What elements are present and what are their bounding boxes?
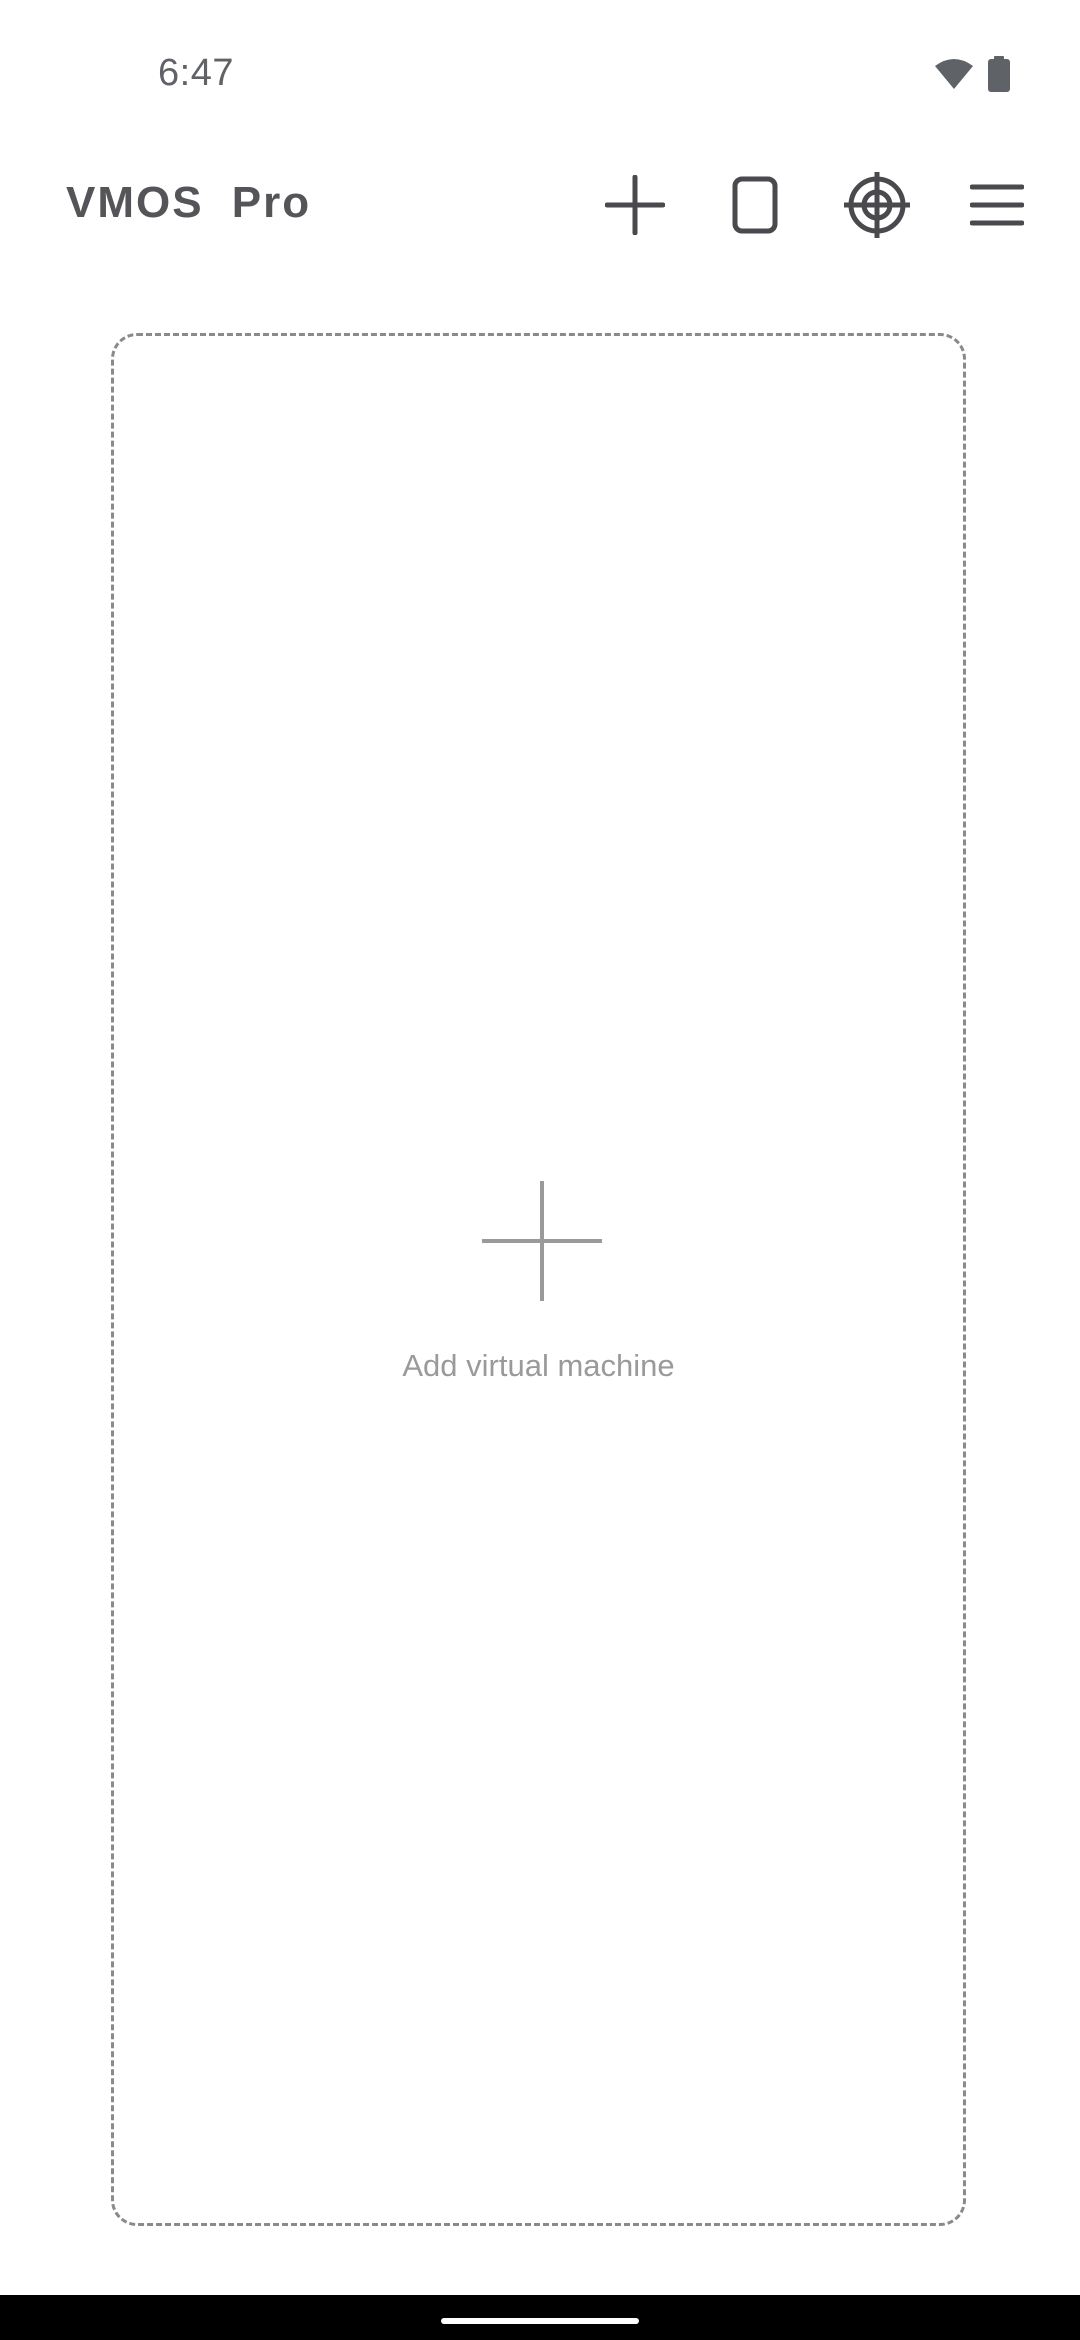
plus-icon bbox=[480, 1179, 604, 1303]
battery-icon bbox=[988, 55, 1010, 97]
status-bar: 6:47 bbox=[0, 0, 1080, 150]
phone-icon bbox=[731, 175, 779, 240]
add-virtual-machine-card[interactable]: Add virtual machine bbox=[111, 333, 966, 2226]
app-bar: VMOS Pro bbox=[0, 150, 1080, 260]
add-icon bbox=[604, 174, 666, 240]
add-virtual-machine-label: Add virtual machine bbox=[402, 1348, 675, 1383]
menu-icon bbox=[969, 182, 1025, 233]
home-gesture-handle[interactable] bbox=[441, 2318, 639, 2324]
wifi-icon bbox=[934, 58, 974, 95]
target-button[interactable] bbox=[842, 171, 912, 243]
target-icon bbox=[844, 171, 910, 243]
menu-button[interactable] bbox=[962, 172, 1032, 242]
status-icons bbox=[934, 55, 1010, 97]
add-button[interactable] bbox=[600, 172, 670, 242]
status-time: 6:47 bbox=[158, 52, 234, 94]
screen: 6:47 VMOS Pro Add virtual machine bbox=[0, 0, 1080, 2340]
app-title: VMOS Pro bbox=[66, 178, 312, 227]
device-button[interactable] bbox=[720, 172, 790, 242]
navigation-bar bbox=[0, 2295, 1080, 2340]
